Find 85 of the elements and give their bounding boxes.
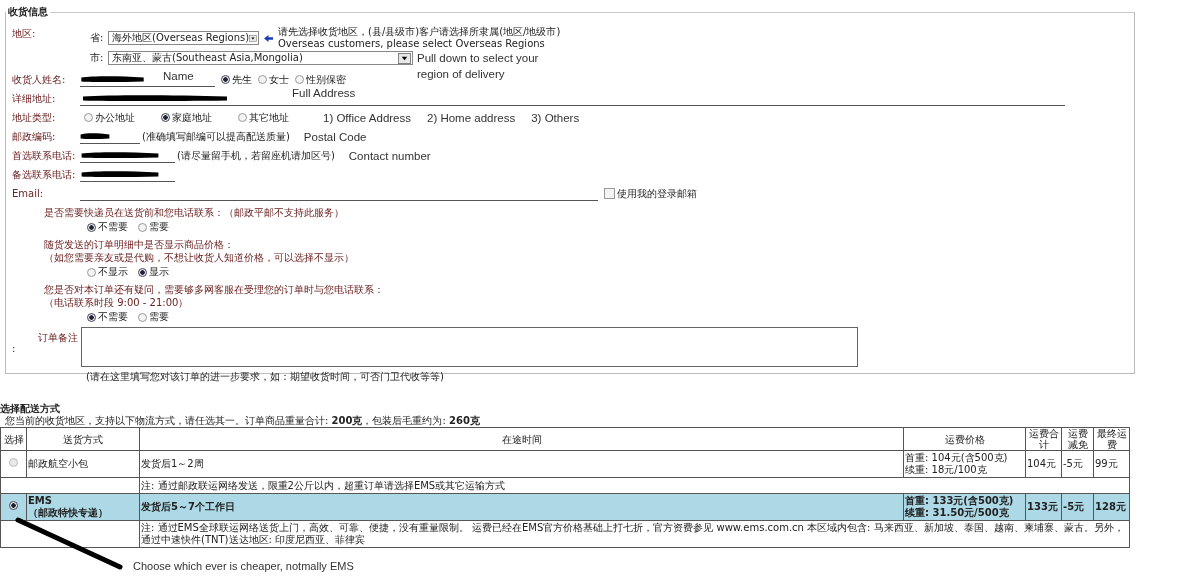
radio-button[interactable] xyxy=(138,312,147,322)
option-label: 不需要 xyxy=(98,220,128,234)
column-header: 送货方式 xyxy=(26,427,140,451)
table-cell: 邮政航空小包 xyxy=(26,450,140,478)
radio-button[interactable] xyxy=(295,75,304,84)
column-header: 运费价格 xyxy=(903,427,1026,451)
table-cell: EMS （邮政特快专递） xyxy=(26,493,140,521)
table-cell: -5元 xyxy=(1061,450,1094,478)
left-arrow-icon xyxy=(263,33,274,43)
field-label: 收货人姓名: xyxy=(12,72,67,87)
radio-button[interactable] xyxy=(138,267,147,277)
radio-button[interactable] xyxy=(87,312,96,322)
summary-text: 您当前的收货地区，支持以下物流方式，请任选其一。订单商品重量合计: 200克，包装后毛重约为: 260克 xyxy=(5,415,481,427)
hint-text: (请在这里填写您对该订单的进一步要求，如：期望收货时间，可否门卫代收等等) xyxy=(86,370,445,384)
remarks-textarea[interactable] xyxy=(81,327,858,367)
city-select[interactable]: 东南亚、蒙古(Southeast Asia,Mongolia) xyxy=(108,51,413,65)
hint-text: (准确填写邮编可以提高配送质量) xyxy=(142,129,290,144)
table-cell: 发货后5～7个工作日 xyxy=(139,493,904,521)
field-label: 地区: xyxy=(12,27,37,41)
radio-button[interactable] xyxy=(138,222,147,232)
table-cell: 99元 xyxy=(1093,450,1130,478)
option-label: 先生 xyxy=(232,72,252,87)
radio-button[interactable] xyxy=(161,113,170,122)
option-label: 女士 xyxy=(269,72,289,87)
hint-text: (请尽量留手机，若留座机请加区号) xyxy=(177,148,335,163)
annotation-text: Contact number xyxy=(348,148,431,164)
annotation-text: Choose which ever is cheaper, notmally EMS xyxy=(133,560,355,572)
column-header: 运费合计 xyxy=(1025,427,1062,451)
option-label: 其它地址 xyxy=(249,110,289,125)
option-label: 不需要 xyxy=(98,310,128,324)
table-cell: 首重: 133元(含500克) 续重: 31.50元/500克 xyxy=(903,493,1026,521)
column-header: 最终运费 xyxy=(1093,427,1130,451)
field-label: : xyxy=(12,343,16,354)
column-header: 在途时间 xyxy=(139,427,904,451)
question-text: 随货发送的订单明细中是否显示商品价格： xyxy=(44,238,235,251)
question-text: 您是否对本订单还有疑问，需要够多网客服在受理您的订单时与您电话联系： xyxy=(44,283,385,296)
radio-button[interactable] xyxy=(87,222,96,232)
annotation-text: region of delivery xyxy=(417,67,506,82)
annotation-text: Full Address xyxy=(292,85,356,101)
table-cell: 注: 通过EMS全球联运网络送货上门，高效、可靠、便捷，没有重量限制。 运费已经在EMS官方价格基础上打七折，官方资费参见 www.ems.com.cn 本区域内包含: 马来西亚、新加坡、泰国、越南、柬埔寨、蒙古。另外，通过中速快件(TNT)送达地区: 印度尼西亚、菲律宾 xyxy=(139,520,1130,548)
radio-button[interactable] xyxy=(9,501,18,510)
radio-button[interactable] xyxy=(87,267,96,277)
radio-button[interactable] xyxy=(238,113,247,122)
question-text: 是否需要快递员在送货前和您电话联系：（邮政平邮不支持此服务） xyxy=(44,206,345,219)
question-text: （电话联系时段 9:00 - 21:00） xyxy=(44,296,190,309)
checkbox[interactable] xyxy=(604,188,615,199)
option-label: 办公地址 xyxy=(95,110,135,125)
radio-button[interactable] xyxy=(84,113,93,122)
radio-button[interactable] xyxy=(9,458,18,467)
table-cell: 首重: 104元(含500克) 续重: 18元/100克 xyxy=(903,450,1026,478)
annotation-text: Postal Code xyxy=(303,129,367,145)
table-cell: 发货后1～2周 xyxy=(139,450,904,478)
field-label: 订单备注 xyxy=(38,331,79,345)
radio-button[interactable] xyxy=(258,75,267,84)
option-label: 需要 xyxy=(149,220,169,234)
province-select[interactable]: 海外地区(Overseas Regions) xyxy=(108,31,259,45)
section-title: 选择配送方式 xyxy=(0,403,61,415)
column-header: 运费减免 xyxy=(1061,427,1094,451)
section-title: 收货信息 xyxy=(7,5,49,19)
option-label: 家庭地址 xyxy=(172,110,212,125)
option-label: 性别保密 xyxy=(306,72,346,87)
field-label: 详细地址: xyxy=(12,91,57,106)
table-cell: 注: 通过邮政联运网络发送，限重2公斤以内，超重订单请选择EMS或其它运输方式 xyxy=(139,477,1130,494)
field-label: 邮政编码: xyxy=(12,129,57,144)
notice-text: Overseas customers, please select Overseas Regions xyxy=(278,38,546,50)
annotation-text: 2) Home address xyxy=(427,110,516,126)
field-label: Email: xyxy=(12,188,45,199)
input-field[interactable]: Name xyxy=(80,72,215,87)
column-header: 选择 xyxy=(0,427,27,451)
field-label: 备选联系电话: xyxy=(12,167,77,182)
option-label: 不显示 xyxy=(98,265,128,279)
option-label: 显示 xyxy=(149,265,169,279)
field-label: 地址类型: xyxy=(12,110,57,125)
field-label: 首选联系电话: xyxy=(12,148,77,163)
notice-text: 请先选择收货地区，(县/县级市)客户请选择所隶属(地区/地级市) xyxy=(278,26,561,38)
radio-button[interactable] xyxy=(221,75,230,84)
redaction-mark xyxy=(80,75,145,83)
annotation-text: 1) Office Address xyxy=(323,110,411,126)
annotation-text: Pull down to select your xyxy=(417,51,539,66)
checkbox-label: 使用我的登录邮箱 xyxy=(617,186,697,201)
option-label: 需要 xyxy=(149,310,169,324)
table-cell: 104元 xyxy=(1025,450,1062,478)
question-text: （如您需要亲友或是代购，不想让收货人知道价格，可以选择不显示） xyxy=(44,251,355,264)
redaction-mark xyxy=(80,132,110,140)
annotation-text: 3) Others xyxy=(531,110,580,126)
